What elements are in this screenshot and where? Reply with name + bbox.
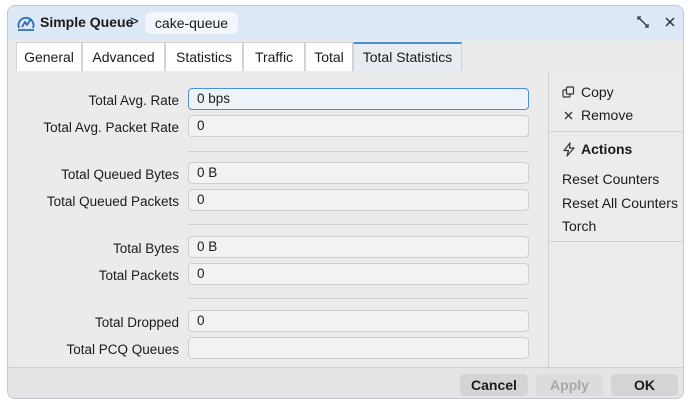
total-avg-rate-field[interactable]: 0 bps	[188, 88, 529, 110]
section-divider	[188, 298, 529, 299]
close-icon[interactable]	[662, 14, 678, 30]
total-bytes-label: Total Bytes	[112, 241, 179, 256]
actions-heading: Actions	[581, 141, 633, 157]
queue-name-chip: cake-queue	[145, 12, 238, 34]
total-queued-bytes-label: Total Queued Bytes	[61, 167, 179, 182]
total-pcq-queues-field[interactable]	[188, 337, 529, 359]
total-avg-packet-rate-label: Total Avg. Packet Rate	[43, 120, 179, 135]
tab-total-statistics[interactable]: Total Statistics	[353, 42, 462, 71]
tab-advanced[interactable]: Advanced	[82, 42, 165, 71]
side-panel: Copy Remove Actions Reset Counters Reset…	[548, 71, 683, 367]
total-packets-label: Total Packets	[98, 268, 179, 283]
torch-button[interactable]: Torch	[562, 218, 596, 234]
total-statistics-form: Total Avg. Rate 0 bps Total Avg. Packet …	[16, 71, 548, 367]
title-separator: >	[130, 13, 139, 30]
apply-button[interactable]: Apply	[536, 374, 603, 396]
title-bar: Simple Queue > cake-queue	[8, 6, 683, 40]
reset-counters-button[interactable]: Reset Counters	[562, 171, 659, 187]
section-divider	[188, 151, 529, 152]
copy-icon	[562, 86, 575, 98]
window-title: Simple Queue	[40, 14, 134, 30]
total-dropped-field[interactable]: 0	[188, 310, 529, 332]
total-queued-bytes-field[interactable]: 0 B	[188, 162, 529, 184]
cancel-button[interactable]: Cancel	[460, 374, 528, 396]
total-avg-rate-label: Total Avg. Rate	[88, 93, 179, 108]
dialog-footer: Cancel Apply OK	[8, 367, 683, 398]
total-avg-packet-rate-field[interactable]: 0	[188, 115, 529, 137]
simple-queue-window: Simple Queue > cake-queue General Advanc…	[7, 5, 684, 399]
tab-statistics[interactable]: Statistics	[165, 42, 243, 71]
tab-total[interactable]: Total	[305, 42, 353, 71]
total-packets-field[interactable]: 0	[188, 263, 529, 285]
section-divider	[188, 224, 529, 225]
remove-icon	[564, 111, 573, 120]
side-divider	[549, 241, 683, 242]
tab-traffic[interactable]: Traffic	[243, 42, 305, 71]
pin-window-icon[interactable]	[635, 14, 651, 30]
tab-general[interactable]: General	[16, 42, 82, 71]
side-divider	[549, 131, 683, 132]
ok-button[interactable]: OK	[611, 374, 678, 396]
copy-button[interactable]: Copy	[581, 84, 614, 100]
queue-gauge-icon	[17, 16, 35, 31]
total-pcq-queues-label: Total PCQ Queues	[66, 342, 179, 357]
total-queued-packets-label: Total Queued Packets	[46, 194, 179, 209]
remove-button[interactable]: Remove	[581, 107, 633, 123]
total-bytes-field[interactable]: 0 B	[188, 236, 529, 258]
total-queued-packets-field[interactable]: 0	[188, 189, 529, 211]
total-dropped-label: Total Dropped	[94, 315, 179, 330]
lightning-icon	[563, 142, 575, 157]
reset-all-counters-button[interactable]: Reset All Counters	[562, 195, 678, 211]
